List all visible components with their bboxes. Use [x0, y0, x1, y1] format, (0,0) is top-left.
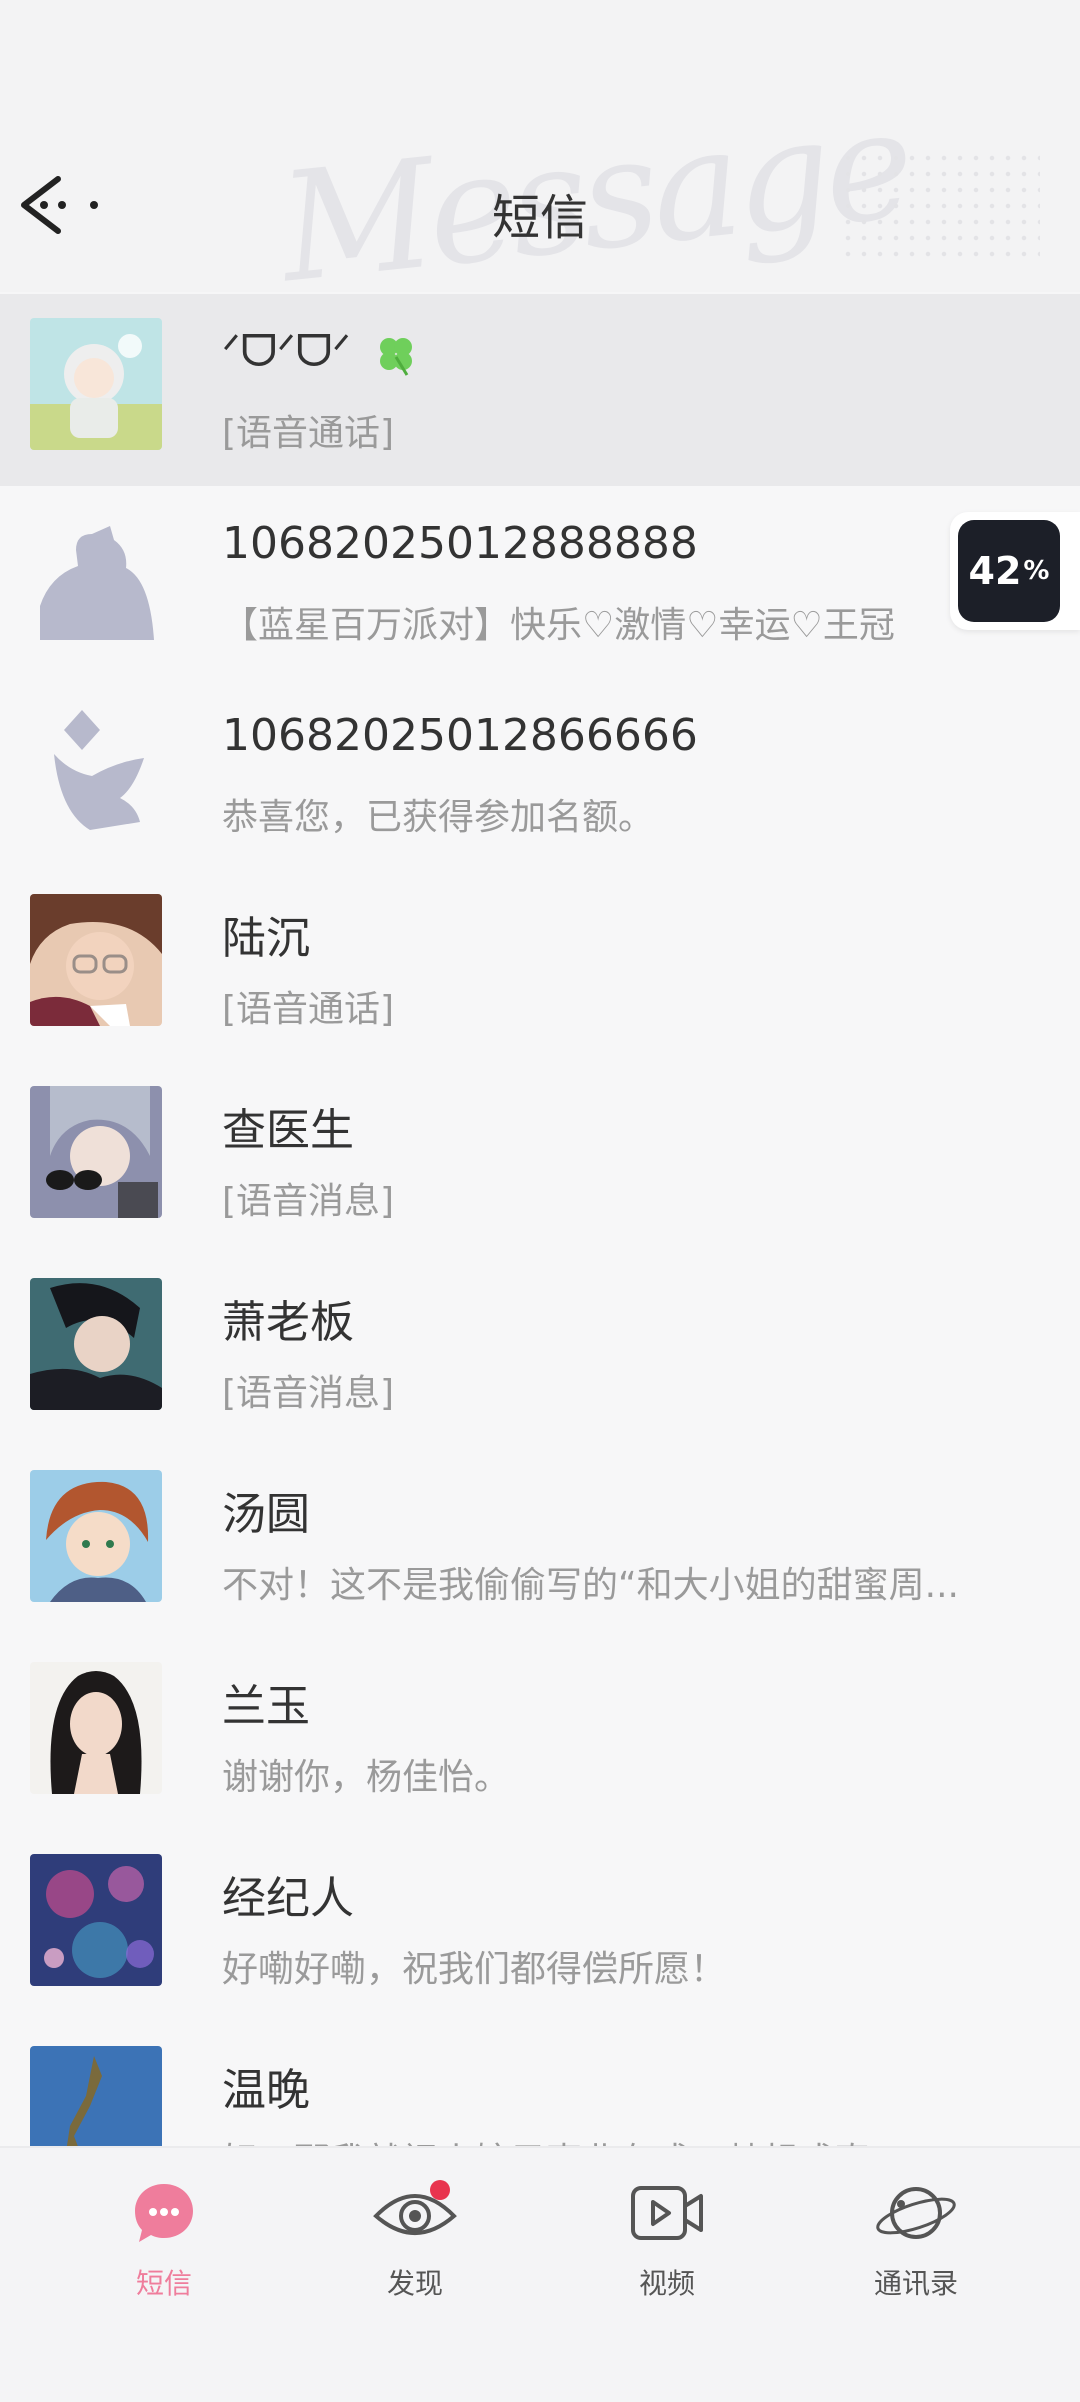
eye-icon: [373, 2180, 457, 2235]
message-preview: [语音消息]: [222, 1373, 395, 1414]
notification-dot: [430, 2180, 450, 2200]
contact-name: 经纪人: [222, 1873, 354, 1924]
contact-name: 10682025012866666: [222, 710, 698, 761]
list-item[interactable]: 10682025012888888 【蓝星百万派对】快乐♡激情♡幸运♡王冠: [0, 486, 1080, 678]
contact-name: 兰玉: [222, 1681, 310, 1732]
clover-icon: [379, 338, 412, 376]
list-item[interactable]: 查医生 [语音消息]: [0, 1062, 1080, 1254]
video-icon: [631, 2186, 703, 2240]
contact-name: ᐟᗜᐟᗜᐟ: [222, 326, 419, 377]
tab-messages[interactable]: 短信: [74, 2178, 254, 2318]
avatar: [30, 702, 162, 834]
contact-name: 汤圆: [222, 1489, 310, 1540]
avatar: [30, 894, 162, 1026]
conversation-list: ᐟᗜᐟᗜᐟ [语音通话] 10682025012888888 【蓝星百万派对】快…: [0, 294, 1080, 2160]
avatar: [30, 1854, 162, 1986]
list-item[interactable]: ᐟᗜᐟᗜᐟ [语音通话]: [0, 294, 1080, 486]
list-item[interactable]: 萧老板 [语音消息]: [0, 1254, 1080, 1446]
message-preview: 恭喜您，已获得参加名额。: [222, 797, 655, 838]
list-item[interactable]: 10682025012866666 恭喜您，已获得参加名额。: [0, 678, 1080, 870]
list-item[interactable]: 汤圆 不对！这不是我偷偷写的“和大小姐的甜蜜周...: [0, 1446, 1080, 1638]
contact-name: 查医生: [222, 1105, 354, 1156]
message-preview: 不对！这不是我偷偷写的“和大小姐的甜蜜周...: [222, 1565, 959, 1606]
contact-name: 温晚: [222, 2065, 310, 2116]
avatar: [30, 510, 162, 642]
message-preview: 【蓝星百万派对】快乐♡激情♡幸运♡王冠: [222, 605, 895, 646]
tab-video[interactable]: 视频: [577, 2178, 757, 2318]
message-preview: 好嘞好嘞，祝我们都得偿所愿！: [222, 1949, 727, 1990]
contact-name: 10682025012888888: [222, 518, 698, 569]
list-item[interactable]: 经纪人 好嘞好嘞，祝我们都得偿所愿！: [0, 1830, 1080, 2022]
page-title: 短信: [491, 190, 588, 246]
tab-label: 通讯录: [873, 2267, 958, 2300]
avatar: [30, 1662, 162, 1794]
message-preview: 谢谢你，杨佳怡。: [222, 1757, 511, 1798]
contact-name: 萧老板: [222, 1297, 354, 1348]
avatar: [30, 1086, 162, 1218]
avatar: [30, 1470, 162, 1602]
tab-label: 短信: [135, 2267, 192, 2300]
message-bubble-icon: [135, 2184, 193, 2242]
list-item[interactable]: 温晚 好！那我就祝小婶子事业有成，梦想成真！: [0, 2022, 1080, 2160]
progress-value: 42%: [958, 520, 1060, 622]
header: Message: [0, 0, 1080, 292]
tab-label: 视频: [638, 2267, 695, 2300]
tab-discover[interactable]: 发现: [325, 2178, 505, 2318]
tab-label: 发现: [386, 2267, 443, 2300]
tab-contacts[interactable]: 通讯录: [826, 2178, 1006, 2318]
list-item[interactable]: 陆沉 [语音通话]: [0, 870, 1080, 1062]
bottom-tab-bar: 短信 发现 视频 通讯录: [0, 2146, 1080, 2402]
avatar: [30, 1278, 162, 1410]
planet-icon: [876, 2187, 956, 2239]
contact-name: 陆沉: [222, 913, 310, 964]
floating-progress-badge[interactable]: 42%: [950, 512, 1080, 630]
list-item[interactable]: 兰玉 谢谢你，杨佳怡。: [0, 1638, 1080, 1830]
avatar: [30, 2046, 162, 2152]
message-preview: [语音消息]: [222, 1181, 395, 1222]
avatar: [30, 318, 162, 450]
message-preview: [语音通话]: [222, 989, 395, 1030]
message-preview: [语音通话]: [222, 413, 395, 454]
